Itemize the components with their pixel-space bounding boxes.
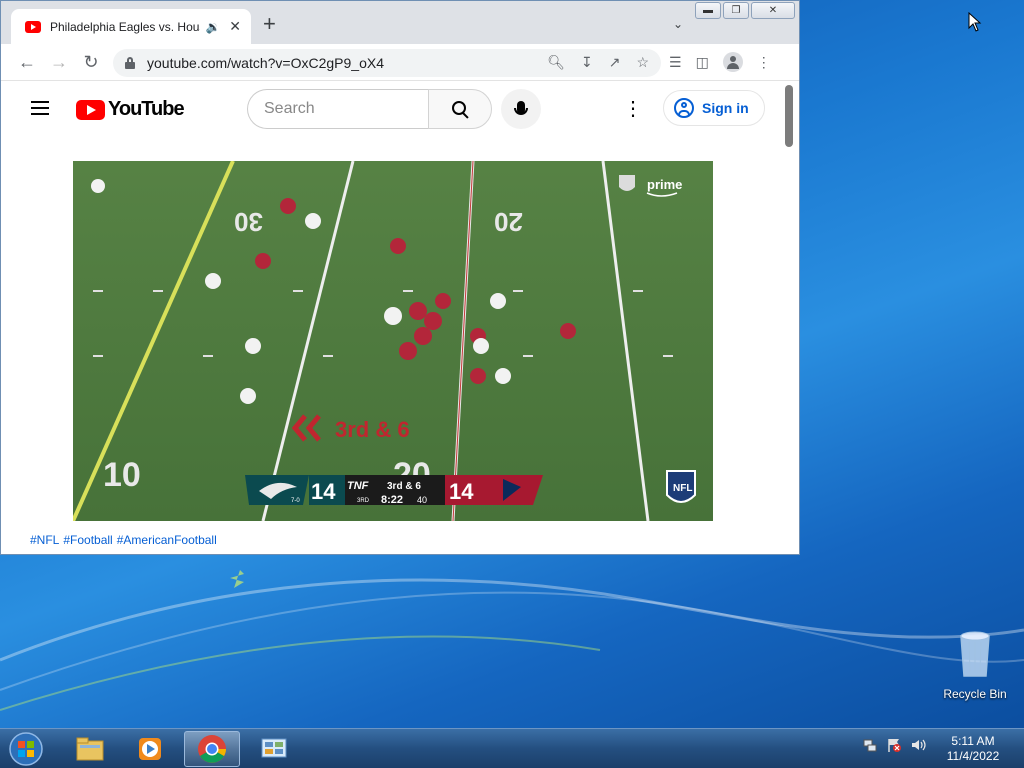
youtube-page: YouTube ⋮ Sign in [1,81,799,554]
toolbar-right: ☰ ◫ ⋮ [669,52,771,72]
lock-icon[interactable] [125,57,135,69]
search-icon [452,101,468,117]
youtube-logo[interactable]: YouTube [76,98,185,121]
taskbar-chrome[interactable] [184,731,240,767]
reload-button[interactable]: ↻ [75,52,107,73]
field-number-top-30: 30 [234,207,263,237]
chrome-window: Philadelphia Eagles vs. Houston Texans 🔉… [0,0,800,555]
voice-search-button[interactable] [501,89,541,129]
youtube-favicon-icon [25,20,41,33]
folder-icon [76,737,104,761]
close-window-button[interactable]: ✕ [751,2,795,19]
nfl-shield-icon [619,175,635,191]
minimize-button[interactable]: ▬ [695,2,721,19]
youtube-header: YouTube ⋮ Sign in [1,81,799,137]
tab-search-chevron-icon[interactable]: ⌄ [673,17,683,31]
account-icon [674,98,694,118]
mouse-cursor-icon [968,12,982,32]
tab-title: Philadelphia Eagles vs. Houston Texans [50,19,200,34]
taskbar: 5:11 AM 11/4/2022 [0,728,1024,768]
new-tab-button[interactable]: + [263,13,276,35]
field-number-top-20: 20 [494,207,523,237]
page-scrollbar[interactable] [785,85,793,147]
chrome-menu-icon[interactable]: ⋮ [757,54,771,71]
window-controls: ▬ ❐ ✕ [695,2,795,19]
search-input[interactable] [264,100,414,118]
restore-button[interactable]: ❐ [723,2,749,19]
tab-strip: Philadelphia Eagles vs. Houston Texans 🔉… [1,1,799,44]
recycle-bin[interactable]: Recycle Bin [940,630,1010,701]
down-banner-text: 3rd & 6 [335,417,410,442]
settings-menu-icon[interactable]: ⋮ [623,99,643,119]
chrome-icon [198,735,226,763]
video-frame: 30 20 10 20 [73,161,713,521]
video-player[interactable]: 30 20 10 20 [73,161,713,521]
guide-menu-icon[interactable] [31,101,49,115]
back-button[interactable]: ← [11,52,43,73]
control-panel-icon [261,738,287,758]
down-distance: 3rd & 6 [387,481,421,492]
prime-logo: prime [647,177,682,192]
zoom-search-icon[interactable]: 🔍︎ [547,54,565,71]
taskbar-clock[interactable]: 5:11 AM 11/4/2022 [936,734,1010,764]
clock-time: 5:11 AM [951,734,995,748]
game-clock: 8:22 [381,494,403,506]
action-center-flag-icon[interactable] [886,737,902,753]
nfl-watermark-icon: NFL [666,470,696,503]
media-controls-icon[interactable]: ☰ [669,54,682,71]
taskbar-control-panel[interactable] [246,731,302,767]
side-panel-icon[interactable]: ◫ [696,54,709,71]
taskbar-file-explorer[interactable] [62,731,118,767]
svg-text:NFL: NFL [673,483,692,494]
browser-toolbar: ← → ↻ youtube.com/watch?v=OxC2gP9_oX4 🔍︎… [1,44,799,81]
sign-in-button[interactable]: Sign in [663,90,765,126]
away-score: 14 [311,479,336,504]
play-clock: 40 [417,495,427,505]
share-icon[interactable]: ↗ [609,54,621,71]
youtube-play-icon [76,99,105,120]
home-score: 14 [449,479,474,504]
tab-youtube-video[interactable]: Philadelphia Eagles vs. Houston Texans 🔉… [11,9,251,44]
bookmark-star-icon[interactable]: ☆ [636,54,649,71]
volume-icon[interactable] [910,737,926,753]
video-hashtags: #NFL #Football #AmericanFootball [30,533,217,547]
youtube-logo-text: YouTube [108,98,185,120]
network-logo: TNF [347,480,369,492]
sign-in-label: Sign in [702,100,749,116]
recycle-bin-label: Recycle Bin [943,687,1007,701]
hashtag-link[interactable]: #Football [63,533,112,547]
microphone-icon [514,100,528,115]
hashtag-link[interactable]: #NFL [30,533,59,547]
install-icon[interactable]: ↧ [581,54,593,71]
address-url: youtube.com/watch?v=OxC2gP9_oX4 [147,55,384,71]
scorebug: 14 7-0 TNF 3rd & 6 3RD 8:22 40 14 1-5-1 [245,475,543,506]
clock-date: 11/4/2022 [946,749,1000,763]
windows-start-orb-icon [9,732,43,766]
network-icon[interactable] [862,737,878,753]
media-player-icon [139,738,161,760]
taskbar-media-player[interactable] [122,731,178,767]
system-tray [862,737,926,753]
omnibox-actions: 🔍︎ ↧ ↗ ☆ [547,54,649,71]
tab-close-icon[interactable]: ✕ [227,18,243,35]
desktop-wallpaper-swirl [0,570,1024,711]
recycle-bin-icon [960,631,990,677]
search-button[interactable] [428,89,492,129]
speaker-icon[interactable]: 🔉 [206,20,222,34]
profile-avatar-icon[interactable] [722,52,743,72]
hashtag-link[interactable]: #AmericanFootball [117,533,217,547]
away-record: 7-0 [291,498,300,504]
search-field[interactable] [247,89,429,129]
field-number-bottom-10: 10 [103,456,141,494]
start-button[interactable] [6,730,46,768]
quarter: 3RD [357,498,370,504]
forward-button[interactable]: → [43,52,75,73]
address-bar[interactable]: youtube.com/watch?v=OxC2gP9_oX4 🔍︎ ↧ ↗ ☆ [113,49,661,77]
